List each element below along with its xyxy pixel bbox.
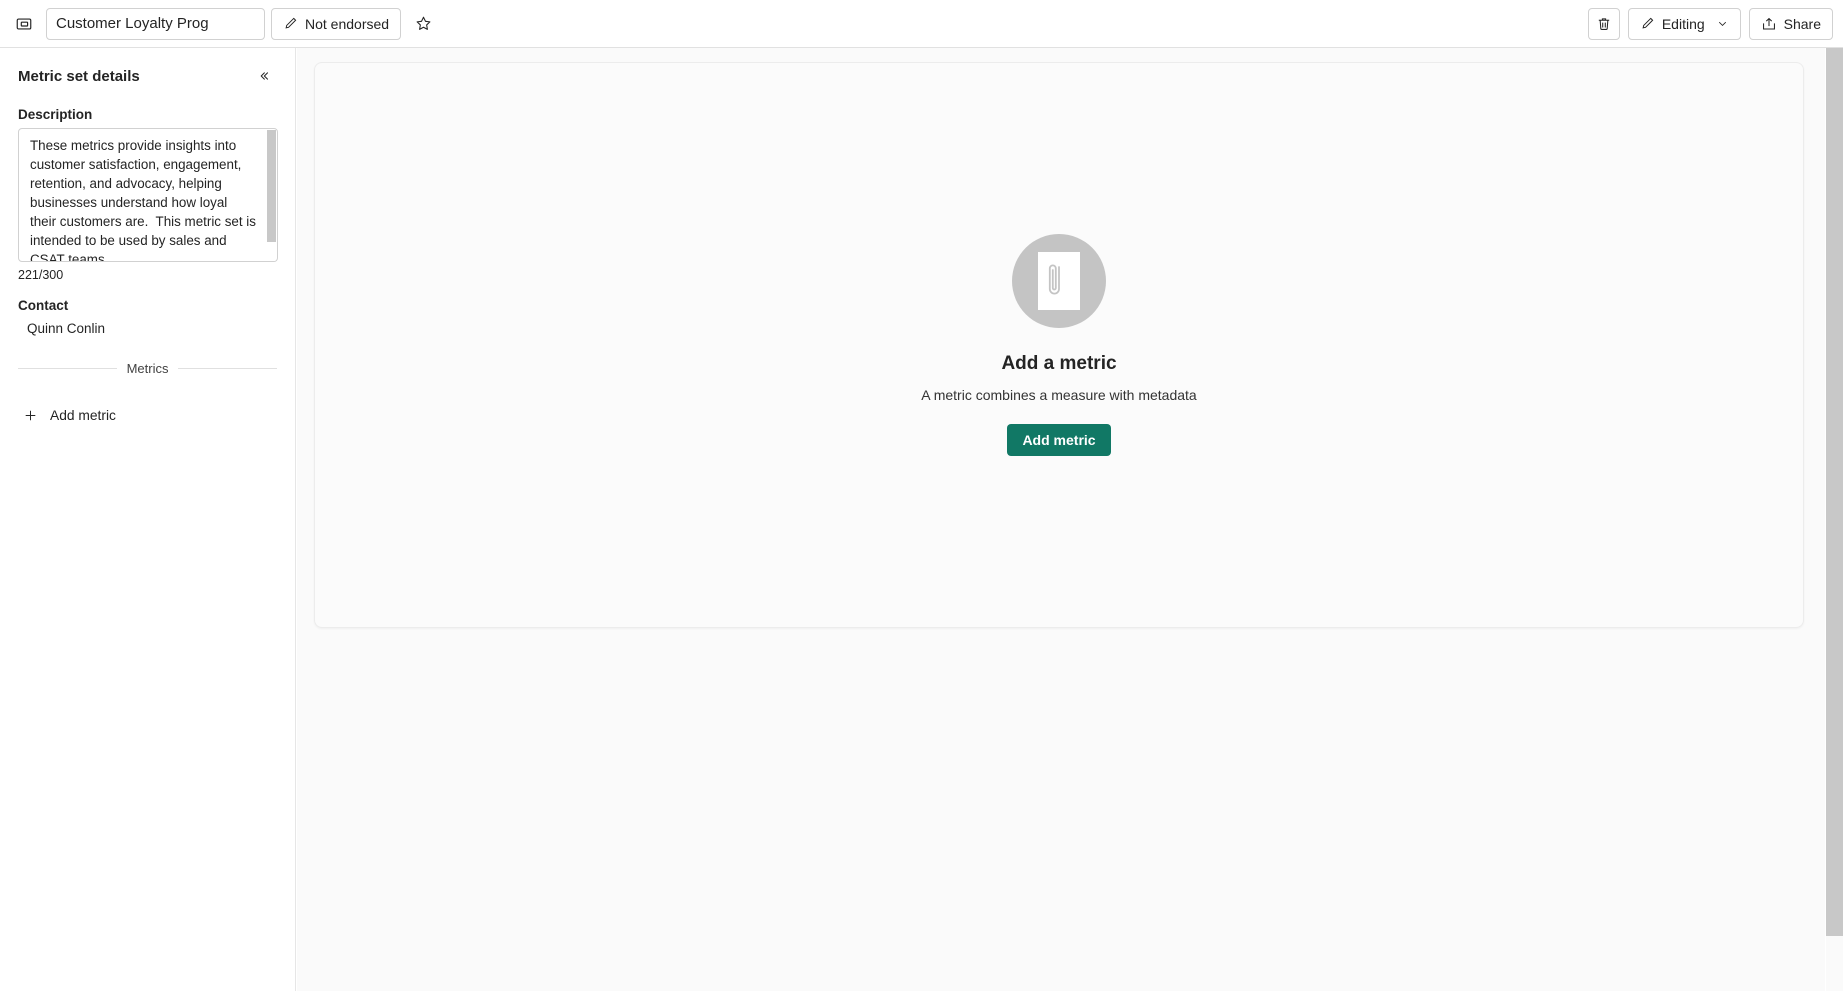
share-label: Share	[1783, 15, 1821, 32]
star-outline-icon[interactable]	[407, 8, 439, 40]
metrics-canvas-card: Add a metric A metric combines a measure…	[314, 62, 1804, 628]
topbar-right-group: Editing Share	[1587, 7, 1833, 40]
sidebar-add-metric-label: Add metric	[50, 407, 116, 423]
divider-line-right	[178, 368, 278, 369]
trash-icon[interactable]	[1587, 7, 1620, 40]
endorsement-button[interactable]: Not endorsed	[271, 7, 402, 40]
sidebar-add-metric-button[interactable]: Add metric	[18, 400, 122, 430]
contact-label: Contact	[18, 298, 69, 313]
metrics-divider-label: Metrics	[126, 361, 169, 376]
paperclip-document-icon	[1012, 234, 1106, 328]
contact-name[interactable]: Quinn Conlin	[18, 321, 277, 336]
page-title: Metric set details	[18, 67, 140, 85]
page-scrollbar-thumb[interactable]	[1826, 48, 1843, 936]
plus-icon	[23, 408, 38, 423]
description-scrollbar-track[interactable]	[267, 130, 276, 261]
share-icon	[1761, 16, 1777, 32]
divider-line-left	[18, 368, 117, 369]
editing-mode-button[interactable]: Editing	[1627, 7, 1741, 40]
description-field[interactable]: These metrics provide insights into cust…	[18, 128, 278, 262]
description-label: Description	[18, 107, 93, 122]
description-value[interactable]: These metrics provide insights into cust…	[30, 136, 256, 261]
main-content-area: Add a metric A metric combines a measure…	[297, 48, 1825, 991]
metrics-section-divider: Metrics	[18, 361, 278, 376]
description-scrollbar-thumb[interactable]	[267, 130, 276, 242]
pencil-icon	[283, 16, 298, 31]
metric-set-title-input[interactable]	[46, 7, 265, 40]
topbar-left-group: Not endorsed	[8, 7, 439, 40]
document-shape	[1038, 252, 1080, 310]
page-scrollbar-track[interactable]	[1826, 48, 1843, 991]
chevron-down-icon	[1716, 17, 1729, 30]
panel-layout-icon[interactable]	[8, 8, 40, 40]
top-command-bar: Not endorsed Editing	[0, 0, 1843, 48]
pencil-icon	[1640, 16, 1655, 31]
add-metric-button[interactable]: Add metric	[1007, 424, 1111, 456]
character-counter: 221/300	[18, 268, 64, 282]
empty-state: Add a metric A metric combines a measure…	[799, 234, 1319, 456]
chevron-double-left-icon[interactable]	[251, 63, 277, 89]
empty-state-subtitle: A metric combines a measure with metadat…	[921, 387, 1197, 403]
share-button[interactable]: Share	[1748, 7, 1833, 40]
editing-mode-label: Editing	[1661, 15, 1705, 32]
metric-set-details-pane: Metric set details Description These met…	[0, 48, 296, 991]
details-pane-header: Metric set details	[18, 62, 277, 90]
endorsement-label: Not endorsed	[305, 15, 390, 32]
empty-state-title: Add a metric	[1001, 353, 1117, 374]
